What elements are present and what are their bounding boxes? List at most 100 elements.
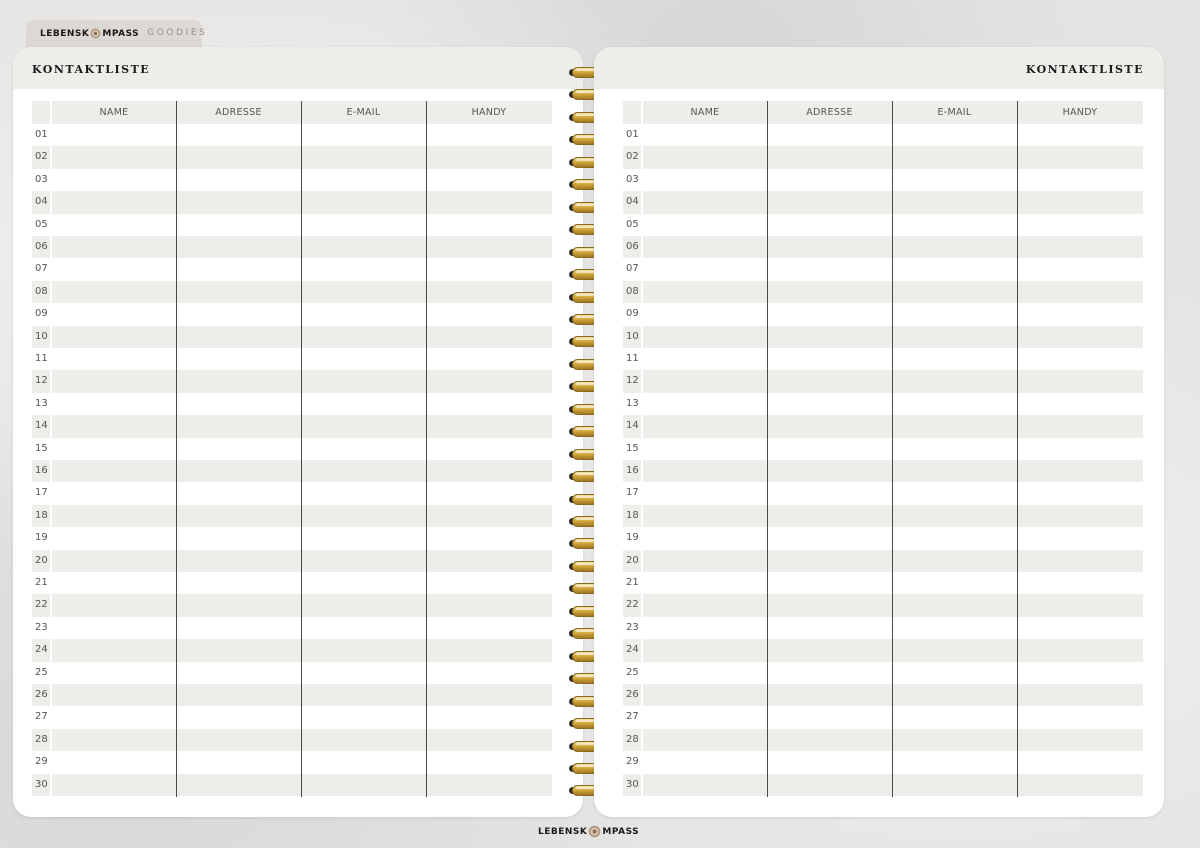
table-row[interactable]: 03: [32, 169, 552, 191]
table-row[interactable]: 18: [623, 504, 1143, 528]
table-row[interactable]: 28: [623, 728, 1143, 752]
table-row[interactable]: 05: [623, 214, 1143, 236]
row-number: 02: [626, 151, 639, 163]
table-row[interactable]: 04: [623, 191, 1143, 214]
row-number: 15: [35, 442, 48, 454]
table-row[interactable]: 17: [623, 482, 1143, 504]
table-row[interactable]: 19: [623, 527, 1143, 549]
table-row[interactable]: 14: [623, 415, 1143, 438]
row-number: 20: [626, 554, 639, 566]
table-row[interactable]: 03: [623, 169, 1143, 191]
row-number: 30: [626, 778, 639, 790]
table-row[interactable]: 26: [32, 684, 552, 707]
row-number: 27: [35, 711, 48, 723]
table-row[interactable]: 20: [623, 549, 1143, 572]
table-row[interactable]: 26: [623, 684, 1143, 707]
column-header: ADRESSE: [806, 107, 853, 118]
table-row[interactable]: 11: [32, 348, 552, 370]
table-row[interactable]: 01: [623, 124, 1143, 146]
row-number: 18: [626, 509, 639, 521]
row-number: 22: [35, 599, 48, 611]
ring-shine: [576, 226, 596, 229]
table-row[interactable]: 24: [623, 639, 1143, 662]
row-number: 26: [35, 689, 48, 700]
table-row[interactable]: 01: [32, 124, 552, 146]
table-row[interactable]: 07: [623, 258, 1143, 280]
table-row[interactable]: 22: [623, 594, 1143, 617]
table-row[interactable]: 15: [32, 438, 552, 460]
row-number: 08: [626, 285, 639, 297]
row-number: 08: [35, 285, 48, 297]
row-number: 16: [626, 465, 639, 476]
table-row[interactable]: 02: [623, 146, 1143, 169]
row-number: 14: [35, 420, 48, 432]
table-row[interactable]: 20: [32, 549, 552, 572]
row-number: 13: [626, 397, 639, 409]
table-row[interactable]: 05: [32, 214, 552, 236]
ring-shine: [576, 450, 596, 453]
brand-logo: LEBENSK MPASS: [40, 28, 139, 39]
row-number: 26: [626, 689, 639, 700]
table-row[interactable]: 27: [32, 706, 552, 728]
mandala-icon: [589, 825, 601, 838]
table-row[interactable]: 14: [32, 415, 552, 438]
table-row[interactable]: 23: [32, 617, 552, 639]
table-row[interactable]: 12: [623, 370, 1143, 393]
brand-text-right: MPASS: [102, 28, 140, 39]
ring-shine: [576, 383, 596, 386]
table-row[interactable]: 25: [623, 662, 1143, 684]
table-row[interactable]: 10: [32, 325, 552, 348]
ring-shine: [576, 113, 596, 116]
row-number: 09: [35, 308, 48, 320]
table-row[interactable]: 12: [32, 370, 552, 393]
table-row[interactable]: 15: [623, 438, 1143, 460]
table-row[interactable]: 09: [623, 303, 1143, 325]
column-divider: [176, 101, 177, 797]
table-row[interactable]: 11: [623, 348, 1143, 370]
table-row[interactable]: 23: [623, 617, 1143, 639]
table-row[interactable]: 13: [32, 393, 552, 415]
table-row[interactable]: 17: [32, 482, 552, 504]
table-row[interactable]: 25: [32, 662, 552, 684]
table-row[interactable]: 02: [32, 146, 552, 169]
table-row[interactable]: 16: [32, 460, 552, 483]
row-number: 04: [626, 196, 639, 208]
row-number: 29: [35, 756, 48, 768]
table-row[interactable]: 08: [32, 280, 552, 304]
row-number: 15: [626, 442, 639, 454]
table-row[interactable]: 30: [32, 773, 552, 796]
table-row[interactable]: 08: [623, 280, 1143, 304]
ring-shine: [576, 428, 596, 431]
table-row[interactable]: 09: [32, 303, 552, 325]
table-row[interactable]: 28: [32, 728, 552, 752]
table-row[interactable]: 29: [32, 751, 552, 773]
table-row[interactable]: 06: [32, 236, 552, 259]
ring-shine: [576, 630, 596, 633]
table-row[interactable]: 07: [32, 258, 552, 280]
row-number: 06: [35, 241, 48, 252]
row-number: 25: [626, 666, 639, 678]
table-row[interactable]: 30: [623, 773, 1143, 796]
ring-shine: [576, 495, 596, 498]
row-number: 01: [626, 129, 639, 140]
table-row[interactable]: 27: [623, 706, 1143, 728]
table-row[interactable]: 13: [623, 393, 1143, 415]
ring-shine: [576, 764, 596, 767]
ring-shine: [576, 742, 596, 745]
table-row[interactable]: 04: [32, 191, 552, 214]
table-row[interactable]: 06: [623, 236, 1143, 259]
table-row[interactable]: 16: [623, 460, 1143, 483]
table-row[interactable]: 18: [32, 504, 552, 528]
table-row[interactable]: 24: [32, 639, 552, 662]
table-row[interactable]: 21: [32, 572, 552, 594]
row-number: 23: [626, 621, 639, 633]
table-row[interactable]: 22: [32, 594, 552, 617]
ring-shine: [576, 607, 596, 610]
table-row[interactable]: 10: [623, 325, 1143, 348]
page-title: KONTAKTLISTE: [1025, 63, 1144, 76]
table-row[interactable]: 19: [32, 527, 552, 549]
table-row[interactable]: 29: [623, 751, 1143, 773]
row-number: 11: [35, 353, 48, 364]
row-number: 10: [35, 330, 48, 342]
table-row[interactable]: 21: [623, 572, 1143, 594]
